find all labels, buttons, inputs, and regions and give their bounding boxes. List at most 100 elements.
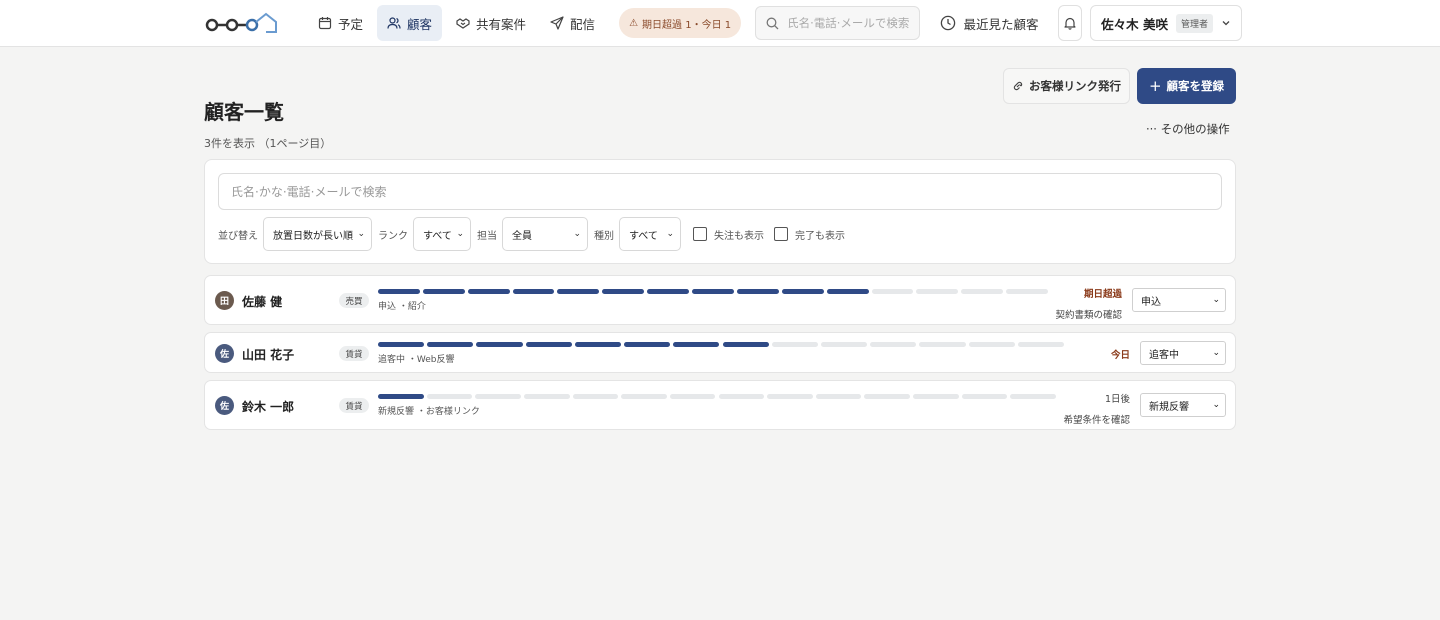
progress-segment bbox=[767, 394, 813, 399]
stage-progress bbox=[378, 394, 1056, 399]
rank-select[interactable]: すべて ⌄ bbox=[413, 217, 471, 251]
nav-delivery[interactable]: 配信 bbox=[540, 5, 605, 41]
customer-name[interactable]: 山田 花子 bbox=[242, 346, 294, 363]
customer-tags: 追客中 ・Web反響 bbox=[378, 355, 455, 365]
due-status-label: 1日後 bbox=[1104, 394, 1130, 405]
progress-segment bbox=[736, 289, 779, 294]
stage-select[interactable]: 追客中 ⌄ bbox=[1140, 341, 1226, 365]
avatar: 佐 bbox=[215, 344, 234, 363]
progress-segment bbox=[968, 342, 1015, 347]
deal-type-badge: 賃貸 bbox=[339, 346, 369, 361]
nav-schedule[interactable]: 予定 bbox=[308, 5, 373, 41]
stage-select[interactable]: 申込 ⌄ bbox=[1132, 288, 1226, 312]
customer-tags: 申込 ・紹介 bbox=[378, 302, 426, 312]
progress-segment bbox=[781, 289, 824, 294]
page-header: 顧客一覧 3件を表示 （1ページ目） bbox=[204, 96, 331, 151]
chevron-down-icon bbox=[1222, 21, 1230, 26]
send-icon bbox=[550, 16, 564, 30]
stage-progress bbox=[378, 342, 1064, 347]
plus-icon: + bbox=[1148, 77, 1162, 95]
progress-segment bbox=[871, 289, 914, 294]
customer-search-input[interactable] bbox=[218, 173, 1222, 210]
owner-select[interactable]: 全員 ⌄ bbox=[502, 217, 588, 251]
register-customer-button[interactable]: + 顧客を登録 bbox=[1137, 68, 1236, 104]
stage-select-value: 申込 bbox=[1141, 296, 1161, 308]
progress-segment bbox=[771, 342, 818, 347]
progress-segment bbox=[722, 342, 769, 347]
chevron-down-icon: ⌄ bbox=[357, 229, 365, 239]
due-status-label: 今日 bbox=[1110, 350, 1130, 361]
chevron-down-icon: ⌄ bbox=[1212, 400, 1220, 410]
deadline-alert-label: 期日超過 1・今日 1 bbox=[642, 19, 732, 31]
progress-segment bbox=[1017, 342, 1064, 347]
progress-segment bbox=[961, 289, 1004, 294]
customer-row-2[interactable]: 佐 鈴木 一郎 賃貸 新規反響 ・お客様リンク 1日後 希望条件を確認 新規反響… bbox=[204, 380, 1236, 430]
progress-segment bbox=[378, 289, 420, 294]
nav-delivery-label: 配信 bbox=[570, 16, 596, 32]
customer-row-1[interactable]: 佐 山田 花子 賃貸 追客中 ・Web反響 今日 追客中 ⌄ bbox=[204, 332, 1236, 373]
calendar-icon bbox=[318, 17, 332, 30]
issue-customer-link-label: お客様リンク発行 bbox=[1029, 79, 1121, 93]
progress-segment bbox=[422, 289, 465, 294]
sort-select[interactable]: 放置日数が長い順 ⌄ bbox=[263, 217, 372, 251]
next-task: 希望条件を確認 bbox=[1063, 415, 1130, 426]
show-done-checkbox[interactable]: 完了も表示 bbox=[774, 227, 845, 242]
deal-type-badge: 売買 bbox=[339, 293, 369, 308]
kind-label: 種別 bbox=[594, 230, 614, 242]
page-title: 顧客一覧 bbox=[204, 100, 284, 124]
customer-name[interactable]: 鈴木 一郎 bbox=[242, 398, 294, 415]
chevron-down-icon: ⌄ bbox=[1212, 295, 1220, 305]
more-operations-button[interactable]: ··· その他の操作 bbox=[1146, 121, 1230, 137]
sort-select-value: 放置日数が長い順 bbox=[273, 230, 353, 242]
rank-label: ランク bbox=[378, 230, 408, 242]
progress-segment bbox=[1006, 289, 1048, 294]
issue-customer-link-button[interactable]: お客様リンク発行 bbox=[1003, 68, 1130, 104]
nav-shared-deals[interactable]: 共有案件 bbox=[446, 5, 536, 41]
user-role-badge: 管理者 bbox=[1175, 13, 1213, 33]
recent-customers-button[interactable]: 最近見た顧客 bbox=[940, 14, 1038, 33]
progress-segment bbox=[476, 342, 523, 347]
link-icon bbox=[1013, 81, 1023, 91]
progress-segment bbox=[427, 342, 474, 347]
stage-select[interactable]: 新規反響 ⌄ bbox=[1140, 393, 1226, 417]
show-lost-checkbox-box[interactable] bbox=[693, 227, 707, 241]
notifications-button[interactable] bbox=[1058, 5, 1083, 41]
deal-type-badge: 賃貸 bbox=[339, 398, 369, 413]
nav-customers[interactable]: 顧客 bbox=[377, 5, 443, 41]
customer-tags: 新規反響 ・お客様リンク bbox=[378, 407, 480, 417]
progress-segment bbox=[378, 342, 425, 347]
top-bar: 予定 顧客 共有案件 配信 ⚠ 期日超過 1・今日 1 氏名·電話·メールで検索… bbox=[0, 0, 1440, 47]
show-done-label: 完了も表示 bbox=[795, 230, 845, 242]
avatar: 佐 bbox=[215, 396, 234, 415]
customer-name[interactable]: 佐藤 健 bbox=[242, 293, 282, 310]
progress-segment bbox=[864, 394, 911, 399]
stage-select-value: 新規反響 bbox=[1149, 401, 1189, 413]
app-logo[interactable] bbox=[204, 10, 280, 36]
progress-segment bbox=[815, 394, 862, 399]
customer-row-0[interactable]: 田 佐藤 健 売買 申込 ・紹介 期日超過 契約書類の確認 申込 ⌄ bbox=[204, 275, 1236, 325]
progress-segment bbox=[475, 394, 521, 399]
due-status: 今日 bbox=[1111, 347, 1130, 361]
show-done-checkbox-box[interactable] bbox=[774, 227, 788, 241]
progress-segment bbox=[913, 394, 959, 399]
progress-segment bbox=[718, 394, 765, 399]
deadline-alert-pill[interactable]: ⚠ 期日超過 1・今日 1 bbox=[619, 8, 742, 38]
user-menu[interactable]: 佐々木 美咲 管理者 bbox=[1090, 5, 1242, 41]
progress-segment bbox=[572, 394, 619, 399]
stage-progress bbox=[378, 289, 1048, 294]
show-lost-checkbox[interactable]: 失注も表示 bbox=[693, 227, 764, 242]
progress-segment bbox=[621, 394, 667, 399]
chevron-down-icon: ⌄ bbox=[573, 229, 581, 239]
progress-segment bbox=[525, 342, 572, 347]
due-status-label: 期日超過 bbox=[1083, 289, 1122, 300]
user-name: 佐々木 美咲 bbox=[1101, 16, 1168, 32]
global-search[interactable]: 氏名·電話·メールで検索 bbox=[755, 6, 921, 40]
users-icon bbox=[387, 17, 401, 29]
chevron-down-icon: ⌄ bbox=[1212, 348, 1220, 358]
owner-label: 担当 bbox=[477, 230, 497, 242]
kind-select[interactable]: すべて ⌄ bbox=[619, 217, 681, 251]
progress-segment bbox=[624, 342, 671, 347]
progress-segment bbox=[919, 342, 966, 347]
progress-segment bbox=[574, 342, 622, 347]
progress-segment bbox=[426, 394, 473, 399]
